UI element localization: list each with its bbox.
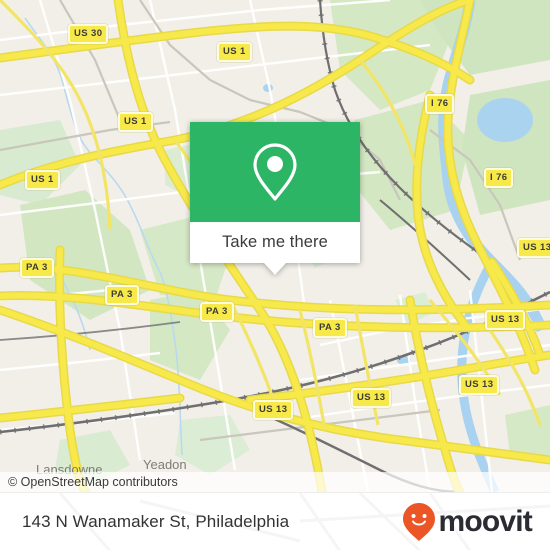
osm-attribution-text: © OpenStreetMap contributors: [8, 475, 178, 489]
moovit-map-screenshot: US 30 US 1 US 1 US 1I 76 I 76 US 13 PA 3 PA 3 PA…: [0, 0, 550, 550]
moovit-wordmark: moovit: [438, 504, 532, 538]
place-label: Yeadon: [143, 457, 187, 472]
callout-pointer-triangle: [264, 263, 286, 275]
moovit-logo[interactable]: moovit: [402, 502, 533, 542]
footer-bar: 143 N Wanamaker St, Philadelphia moovit: [0, 492, 550, 550]
map-canvas[interactable]: US 30 US 1 US 1 US 1I 76 I 76 US 13 PA 3 PA 3 PA…: [0, 0, 550, 492]
osm-attribution[interactable]: © OpenStreetMap contributors: [0, 472, 550, 492]
take-me-there-label: Take me there: [222, 233, 328, 251]
callout-pin-panel: [190, 122, 360, 222]
address-label: 143 N Wanamaker St, Philadelphia: [22, 511, 290, 531]
moovit-smiley-pin-icon: [403, 502, 436, 541]
take-me-there-callout[interactable]: Take me there: [190, 122, 360, 275]
callout-action-panel[interactable]: Take me there: [190, 222, 360, 263]
map-pin-icon: [253, 143, 297, 201]
